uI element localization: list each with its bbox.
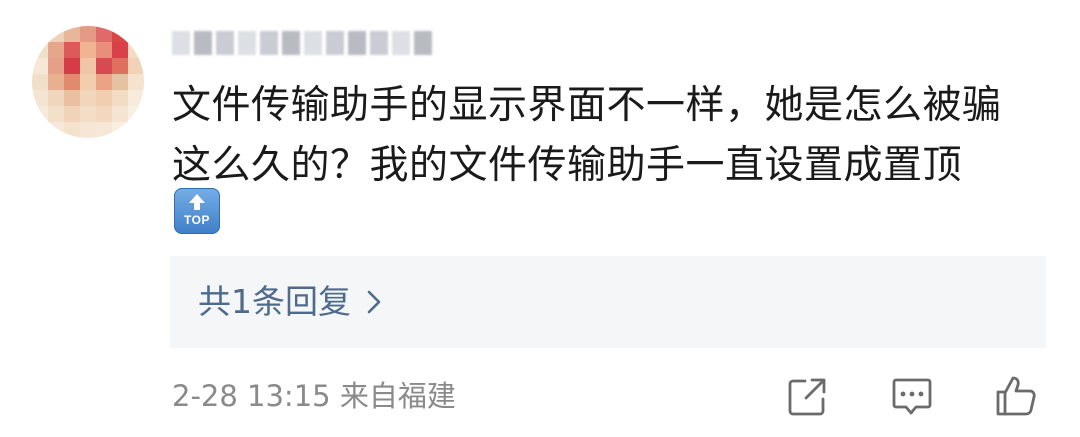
share-icon [784, 372, 832, 420]
chevron-right-icon [367, 290, 381, 314]
comment-text-line: 文件传输助手的显示界面不一样，她是怎么被骗 [172, 83, 1002, 128]
comment-text: 文件传输助手的显示界面不一样，她是怎么被骗 这么久的？我的文件传输助手一直设置成… [172, 76, 1052, 196]
reply-box: 共1条回复 [170, 256, 1046, 348]
comment-icon [888, 372, 936, 420]
comment-button[interactable] [888, 372, 936, 420]
like-button[interactable] [992, 372, 1040, 420]
top-arrow-icon: TOP [174, 188, 220, 234]
top-emoji-label: TOP [184, 213, 210, 227]
comment-meta: 2-28 13:15 来自福建 [172, 379, 456, 413]
view-replies-link[interactable]: 共1条回复 [198, 280, 381, 324]
share-button[interactable] [784, 372, 832, 420]
comment-item: 文件传输助手的显示界面不一样，她是怎么被骗 这么久的？我的文件传输助手一直设置成… [0, 0, 1080, 437]
avatar[interactable] [32, 26, 144, 138]
username-blurred[interactable] [172, 28, 432, 58]
like-icon [992, 372, 1040, 420]
comment-text-line: 这么久的？我的文件传输助手一直设置成置顶 [172, 143, 963, 188]
view-replies-label: 共1条回复 [198, 282, 351, 321]
